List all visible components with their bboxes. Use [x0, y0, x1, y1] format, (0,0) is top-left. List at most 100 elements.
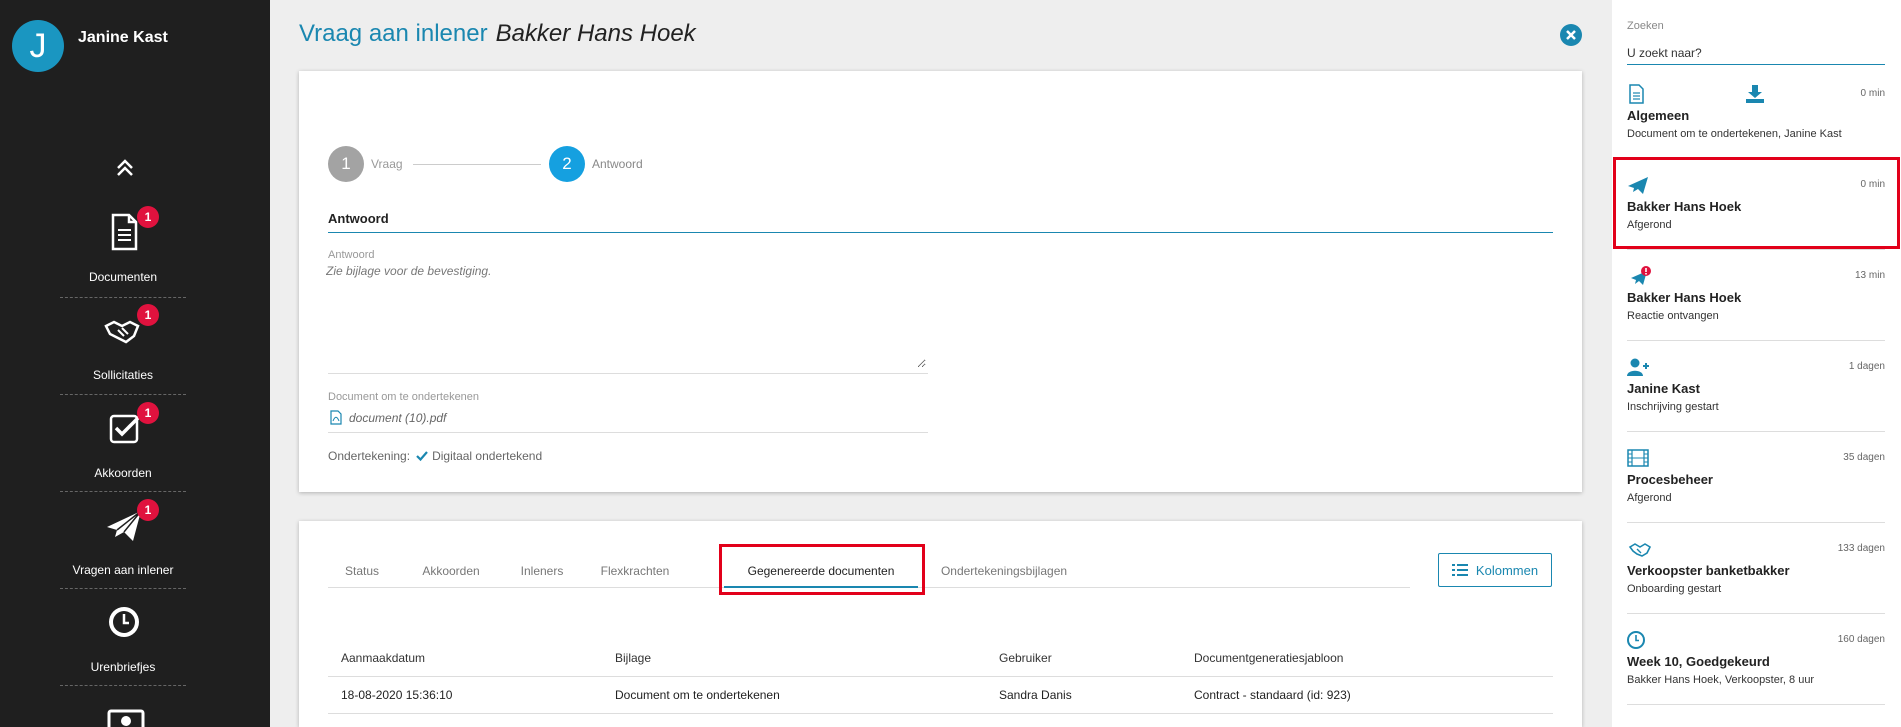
step-label: Antwoord	[592, 157, 643, 171]
feed-time: 35 dagen	[1843, 452, 1885, 463]
divider	[1627, 704, 1885, 705]
column-header-gebruiker[interactable]: Gebruiker	[999, 651, 1052, 665]
signing-status: Ondertekening: Digitaal ondertekend	[328, 449, 542, 463]
clock-icon	[109, 607, 139, 637]
download-icon[interactable]	[1745, 85, 1765, 103]
divider	[1627, 613, 1885, 614]
divider	[328, 432, 928, 433]
step-number: 1	[328, 146, 364, 182]
film-icon	[1627, 449, 1649, 467]
feed-title: Bakker Hans Hoek	[1627, 290, 1742, 305]
answer-card: 1 Vraag 2 Antwoord Antwoord Antwoord Zie…	[299, 71, 1582, 492]
feed-subtitle: Bakker Hans Hoek, Verkoopster, 8 uur	[1627, 674, 1815, 686]
sidebar-item-label: Vragen aan inlener	[72, 563, 174, 577]
user-add-icon	[1627, 358, 1649, 376]
step-number: 2	[549, 146, 585, 182]
feed-title: Janine Kast	[1627, 381, 1700, 396]
feed-title: Algemeen	[1627, 108, 1690, 123]
feed-subtitle: Onboarding gestart	[1627, 583, 1722, 595]
close-icon[interactable]	[1560, 24, 1582, 46]
document-label: Document om te ondertekenen	[328, 391, 480, 403]
feed-title: Verkoopster banketbakker	[1627, 563, 1790, 578]
user-profile[interactable]: J Janine Kast	[12, 18, 168, 74]
sidebar-item-documenten[interactable]: 1 Documenten	[60, 200, 186, 297]
feed-subtitle: Afgerond	[1627, 492, 1672, 504]
user-name: Janine Kast	[78, 29, 168, 46]
feed-subtitle: Reactie ontvangen	[1627, 310, 1719, 322]
step-connector	[413, 164, 541, 165]
sidebar-item-label: Urenbriefjes	[90, 660, 156, 674]
tab-ondertekeningsbijlagen[interactable]: Ondertekeningsbijlagen	[934, 554, 1074, 588]
sidebar: J Janine Kast 1 Documenten 1 Sollicitati…	[0, 0, 270, 727]
feed-subtitle: Inschrijving gestart	[1627, 401, 1719, 413]
tab-akkoorden[interactable]: Akkoorden	[408, 554, 494, 588]
feed-time: 13 min	[1854, 270, 1885, 281]
tab-inleners[interactable]: Inleners	[506, 554, 578, 588]
divider	[1627, 249, 1885, 250]
notification-badge: 1	[137, 499, 159, 521]
divider	[328, 373, 928, 374]
divider	[328, 713, 1553, 714]
table-cell: 18-08-2020 15:36:10	[341, 688, 453, 702]
sidebar-item-vragen-aan-inlener[interactable]: 1 Vragen aan inlener	[60, 493, 186, 590]
activity-panel: Zoeken 0 min Algemeen Document om te ond…	[1612, 0, 1901, 727]
money-icon[interactable]	[106, 707, 146, 727]
sidebar-item-label: Akkoorden	[94, 466, 152, 480]
sidebar-item-sollicitaties[interactable]: 1 Sollicitaties	[60, 298, 186, 395]
tab-flexkrachten[interactable]: Flexkrachten	[590, 554, 680, 588]
step-label: Vraag	[371, 157, 403, 171]
pdf-file-icon	[330, 410, 342, 425]
notification-badge: 1	[137, 402, 159, 424]
divider	[1627, 340, 1885, 341]
document-name[interactable]: document (10).pdf	[349, 411, 446, 425]
paper-plane-alert-icon	[1631, 266, 1651, 285]
page-title-type: Vraag aan inlener	[299, 20, 488, 47]
columns-button[interactable]: Kolommen	[1438, 553, 1552, 587]
notification-badge: 1	[137, 206, 159, 228]
sidebar-item-label: Sollicitaties	[92, 368, 154, 382]
divider	[60, 394, 186, 395]
signing-value: Digitaal ondertekend	[432, 449, 543, 463]
search-input[interactable]	[1627, 41, 1885, 65]
divider	[60, 491, 186, 492]
handshake-icon	[1628, 543, 1652, 557]
highlight-box	[1613, 157, 1900, 249]
divider	[60, 588, 186, 589]
answer-label: Antwoord	[328, 249, 375, 261]
feed-title: Procesbeheer	[1627, 472, 1713, 487]
sidebar-item-urenbriefjes[interactable]: Urenbriefjes	[60, 590, 186, 687]
notification-badge: 1	[137, 304, 159, 326]
feed-subtitle: Document om te ondertekenen, Janine Kast	[1627, 128, 1842, 140]
divider	[328, 676, 1553, 677]
wizard-step-vraag[interactable]: 1 Vraag	[328, 146, 403, 182]
column-header-bijlage[interactable]: Bijlage	[615, 651, 651, 665]
list-icon	[1451, 564, 1468, 576]
chevron-double-up-icon[interactable]	[110, 154, 140, 184]
page-title: Vraag aan inlener Bakker Hans Hoek	[299, 20, 696, 48]
sidebar-item-akkoorden[interactable]: 1 Akkoorden	[60, 396, 186, 493]
divider	[328, 232, 1553, 233]
divider	[1627, 522, 1885, 523]
details-card: Status Akkoorden Inleners Flexkrachten G…	[299, 521, 1582, 727]
document-icon	[1629, 84, 1644, 104]
wizard-step-antwoord[interactable]: 2 Antwoord	[549, 146, 643, 182]
feed-time: 0 min	[1860, 88, 1885, 99]
table-cell: Document om te ondertekenen	[615, 688, 780, 702]
answer-textarea[interactable]: Zie bijlage voor de bevestiging.	[326, 264, 926, 368]
tab-status[interactable]: Status	[328, 554, 396, 588]
section-title: Antwoord	[328, 211, 389, 226]
signing-label: Ondertekening:	[328, 449, 411, 463]
avatar[interactable]: J	[12, 20, 64, 72]
document-link[interactable]: document (10).pdf	[330, 410, 446, 425]
feed-time: 1 dagen	[1848, 361, 1885, 372]
table-cell: Sandra Danis	[999, 688, 1072, 702]
column-header-documentgeneratiesjabloon[interactable]: Documentgeneratiesjabloon	[1194, 651, 1343, 665]
table-cell: Contract - standaard (id: 923)	[1194, 688, 1351, 702]
clock-icon	[1627, 631, 1645, 649]
feed-time: 160 dagen	[1837, 634, 1885, 645]
divider	[60, 685, 186, 686]
search-label: Zoeken	[1627, 20, 1664, 32]
feed-time: 133 dagen	[1837, 543, 1885, 554]
column-header-aanmaakdatum[interactable]: Aanmaakdatum	[341, 651, 425, 665]
feed-title: Week 10, Goedgekeurd	[1627, 654, 1770, 669]
